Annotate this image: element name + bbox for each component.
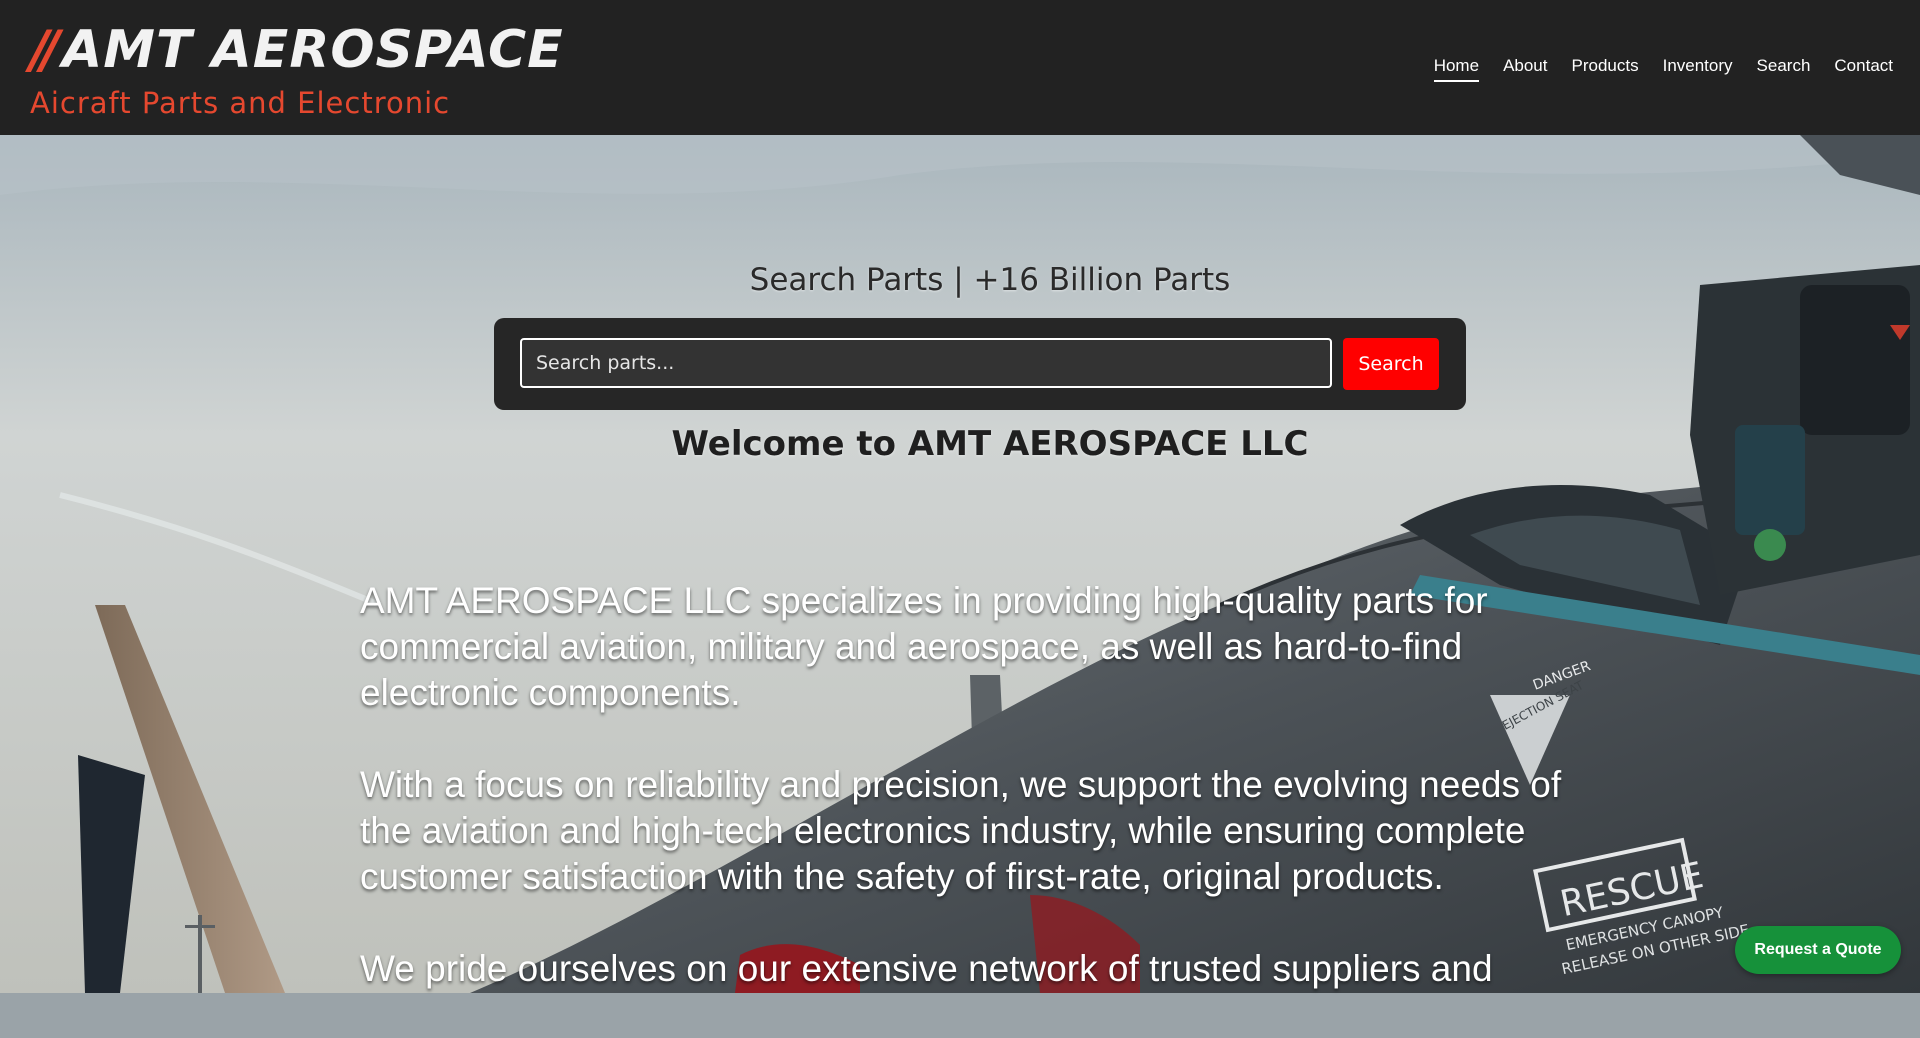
- nav-about[interactable]: About: [1503, 56, 1547, 82]
- nav-inventory[interactable]: Inventory: [1663, 56, 1733, 82]
- search-panel: Search: [494, 318, 1466, 410]
- search-input[interactable]: [520, 338, 1332, 388]
- logo-slash-mark: //: [30, 20, 60, 80]
- intro-copy: AMT AEROSPACE LLC specializes in providi…: [360, 578, 1600, 1038]
- intro-paragraph: We pride ourselves on our extensive netw…: [360, 948, 1493, 989]
- intro-paragraph: With a focus on reliability and precisio…: [360, 764, 1562, 897]
- nav-products[interactable]: Products: [1572, 56, 1639, 82]
- main-nav: Home About Products Inventory Search Con…: [1433, 56, 1893, 82]
- search-button[interactable]: Search: [1343, 338, 1439, 390]
- nav-home[interactable]: Home: [1433, 56, 1480, 82]
- logo-name: AMT AEROSPACE: [61, 20, 564, 80]
- welcome-heading: Welcome to AMT AEROSPACE LLC: [671, 424, 1309, 464]
- nav-search[interactable]: Search: [1757, 56, 1811, 82]
- logo[interactable]: //AMT AEROSPACE: [30, 22, 564, 78]
- site-header: //AMT AEROSPACE Aicraft Parts and Electr…: [0, 0, 1920, 135]
- logo-tagline: Aicraft Parts and Electronic: [30, 86, 451, 120]
- request-quote-button[interactable]: Request a Quote: [1735, 926, 1901, 974]
- nav-contact[interactable]: Contact: [1834, 56, 1893, 82]
- search-title: Search Parts | +16 Billion Parts: [749, 262, 1231, 298]
- intro-paragraph: AMT AEROSPACE LLC specializes in providi…: [360, 580, 1488, 713]
